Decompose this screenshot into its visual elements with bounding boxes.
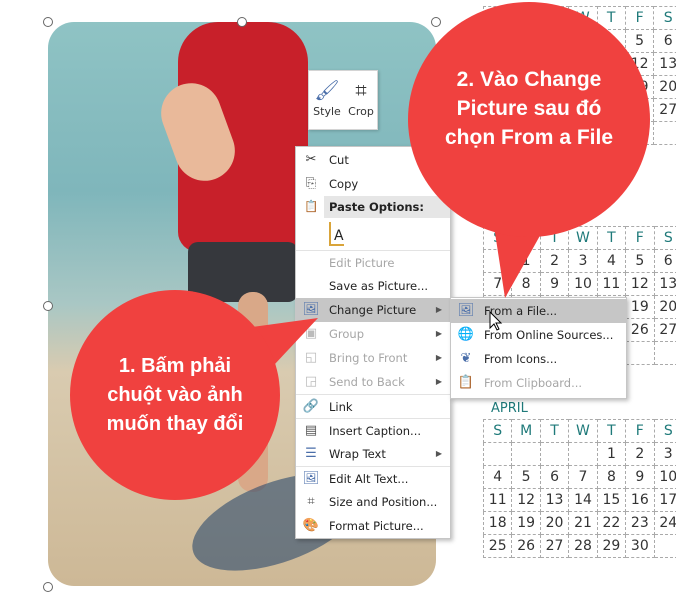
callout-step-2-text: 2. Vào Change Picture sau đó chọn From a… bbox=[444, 68, 614, 149]
callout-step-1-text: 1. Bấm phải chuột vào ảnh muốn thay đổi bbox=[106, 354, 244, 435]
callout-step-1: 1. Bấm phải chuột vào ảnh muốn thay đổi bbox=[70, 290, 280, 500]
callout-step-2: 2. Vào Change Picture sau đó chọn From a… bbox=[408, 2, 650, 237]
mouse-cursor-icon bbox=[489, 310, 503, 331]
